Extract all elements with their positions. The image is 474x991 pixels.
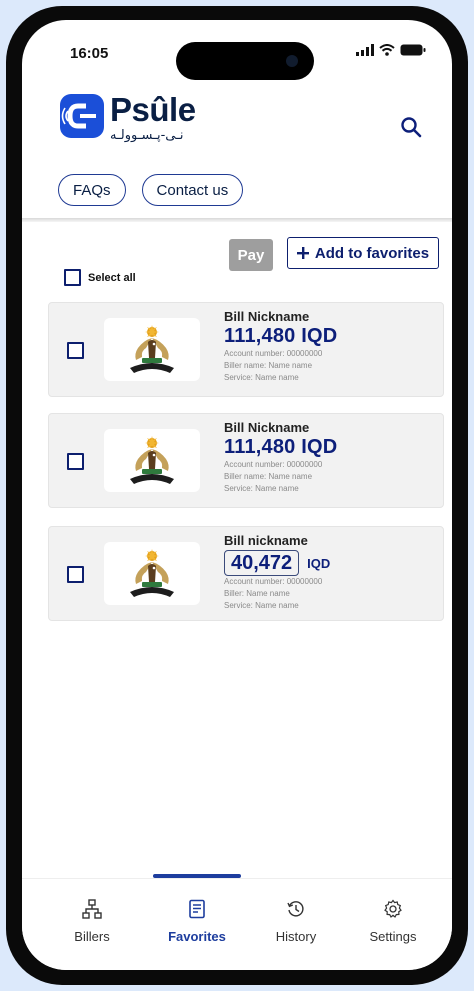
history-icon: [287, 901, 304, 917]
app-screen: 16:05 Psûle نـی-پـسـوولـه FAQs Contact u…: [22, 20, 452, 970]
battery-icon: [400, 44, 426, 56]
brand-subtitle: نـی-پـسـوولـه: [110, 128, 184, 143]
account-number: Account number: 00000000: [224, 349, 323, 358]
nav-item-settings[interactable]: Settings: [348, 899, 438, 944]
biller-name: Biller name: Name name: [224, 361, 313, 370]
bill-amount-input[interactable]: 40,472: [224, 550, 300, 576]
select-all[interactable]: Select all: [64, 269, 136, 286]
wifi-icon: [379, 44, 395, 56]
bill-amount: 111,480 IQD: [224, 436, 338, 458]
brand-logo: Psûle نـی-پـسـوولـه: [60, 91, 196, 143]
add-to-favorites-button[interactable]: Add to favorites: [287, 237, 439, 269]
plus-icon: [296, 247, 309, 259]
nav-active-indicator: [153, 874, 241, 878]
biller-name: Biller name: Name name: [224, 472, 313, 481]
camera-lens: [286, 55, 298, 67]
header-divider: [22, 218, 452, 222]
service-name: Service: Name name: [224, 484, 299, 493]
bottom-nav: Billers Favorites History Settings: [22, 874, 452, 970]
biller-emblem-icon: [104, 429, 200, 492]
search-icon: [401, 117, 422, 138]
help-chips: FAQs Contact us: [58, 174, 244, 206]
select-all-checkbox[interactable]: [64, 269, 81, 286]
bill-checkbox[interactable]: [67, 566, 84, 583]
nav-label-settings: Settings: [369, 929, 417, 944]
faqs-chip[interactable]: FAQs: [58, 174, 126, 206]
bill-card[interactable]: Bill nickname 40,472 IQD Account number:…: [48, 526, 444, 621]
bill-nickname: Bill nickname: [224, 533, 308, 548]
bill-checkbox[interactable]: [67, 453, 84, 470]
bill-nickname: Bill Nickname: [224, 309, 310, 324]
bill-checkbox[interactable]: [67, 342, 84, 359]
service-name: Service: Name name: [224, 601, 299, 610]
biller-name: Biller: Name name: [224, 589, 290, 598]
service-name: Service: Name name: [224, 373, 299, 382]
nav-label-history: History: [275, 929, 317, 944]
phone-frame: 16:05 Psûle نـی-پـسـوولـه FAQs Contact u…: [6, 6, 468, 985]
nav-item-billers[interactable]: Billers: [47, 899, 137, 944]
sitemap-icon: [82, 899, 102, 919]
account-number: Account number: 00000000: [224, 577, 323, 586]
biller-emblem-icon: [104, 542, 200, 605]
status-time: 16:05: [70, 45, 109, 62]
nav-label-favorites: Favorites: [168, 929, 226, 944]
status-icons: [356, 44, 426, 56]
bill-currency: IQD: [307, 555, 331, 571]
bill-card[interactable]: Bill Nickname 111,480 IQD Account number…: [48, 413, 444, 508]
dynamic-island: [176, 42, 314, 80]
select-all-label: Select all: [88, 271, 136, 284]
bill-nickname: Bill Nickname: [224, 420, 310, 435]
contact-us-chip[interactable]: Contact us: [141, 174, 244, 206]
bill-amount: 111,480 IQD: [224, 325, 338, 347]
nav-item-history[interactable]: History: [251, 899, 341, 944]
document-icon: [189, 899, 205, 919]
gear-icon: [384, 899, 402, 918]
add-to-favorites-label: Add to favorites: [314, 244, 430, 262]
search-button[interactable]: [400, 116, 422, 143]
logo-mark-icon: [60, 94, 104, 138]
account-number: Account number: 00000000: [224, 460, 323, 469]
bill-card[interactable]: Bill Nickname 111,480 IQD Account number…: [48, 302, 444, 397]
nav-item-favorites[interactable]: Favorites: [152, 899, 242, 944]
biller-emblem-icon: [104, 318, 200, 381]
brand-name: Psûle: [110, 91, 196, 128]
nav-label-billers: Billers: [74, 929, 110, 944]
signal-icon: [356, 44, 374, 56]
pay-button[interactable]: Pay: [229, 239, 273, 271]
